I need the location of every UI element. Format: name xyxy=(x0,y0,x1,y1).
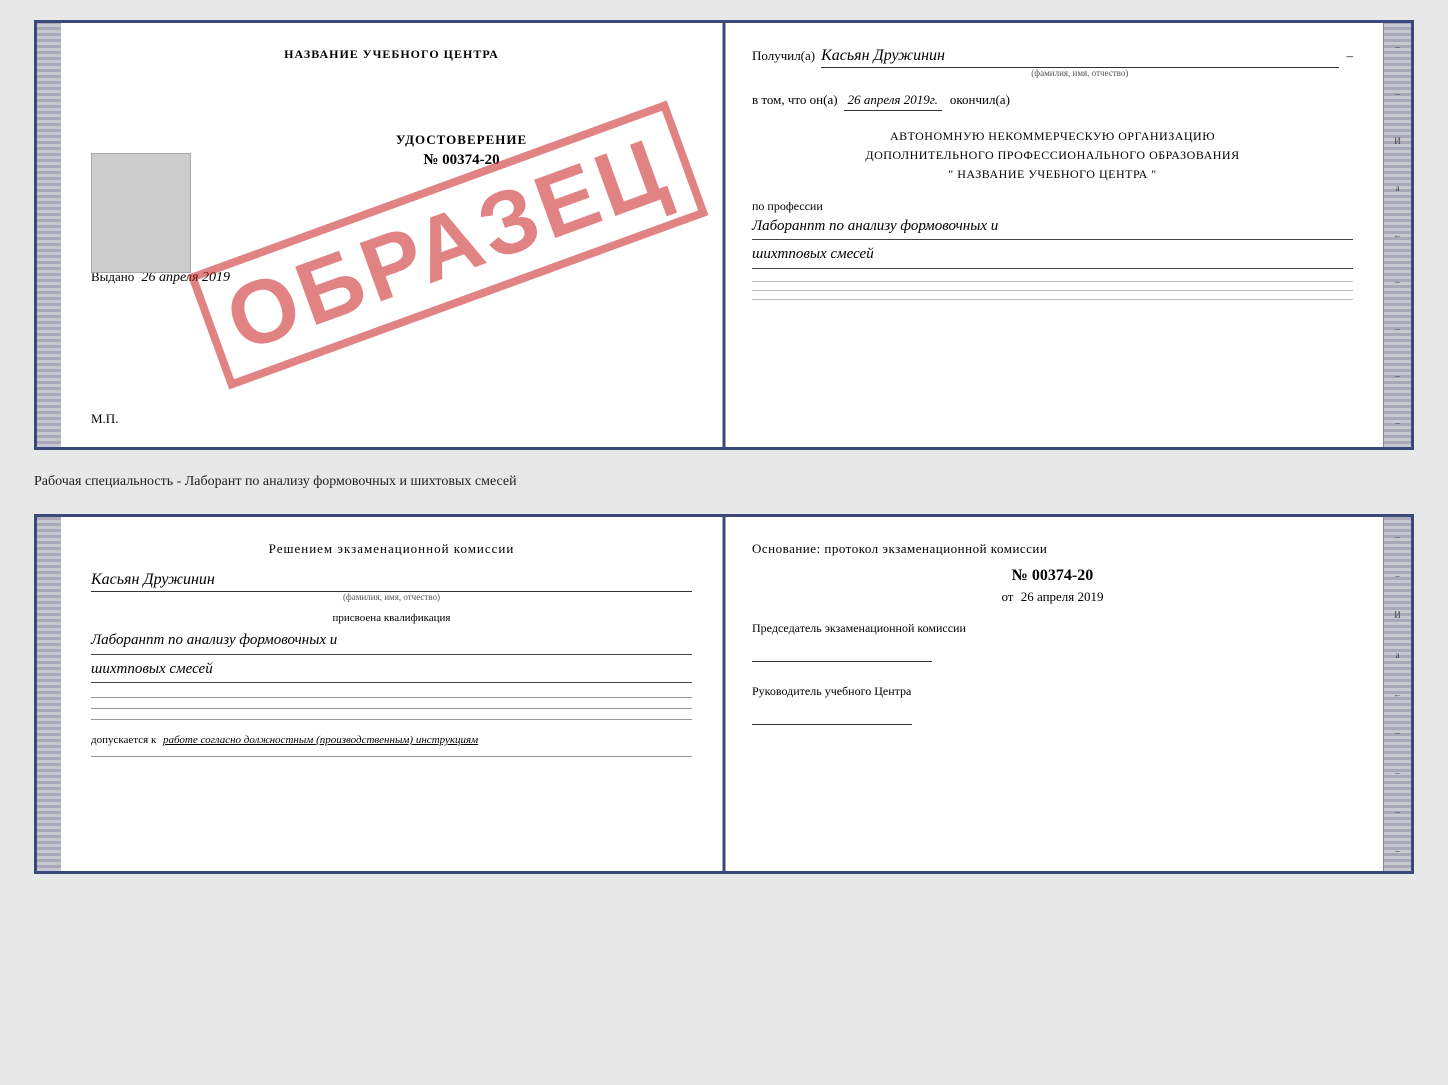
dash-3 xyxy=(752,299,1353,300)
binding-arrow: ← xyxy=(1393,230,1402,240)
dopusk-text: работе согласно должностным (производств… xyxy=(163,734,478,746)
rukovoditel-label: Руководитель учебного Центра xyxy=(752,682,1353,700)
b-a: а xyxy=(1396,650,1400,660)
bottom-certificate: Решением экзаменационной комиссии Касьян… xyxy=(34,514,1414,874)
dopusk-underline xyxy=(91,756,692,757)
bottom-left-panel: Решением экзаменационной комиссии Касьян… xyxy=(61,517,722,871)
b-dash-5: – xyxy=(1395,807,1400,817)
b-dash-1: – xyxy=(1395,532,1400,542)
bottom-right-panel: Основание: протокол экзаменационной коми… xyxy=(722,517,1383,871)
rukovoditel-block: Руководитель учебного Центра xyxy=(752,682,1353,725)
kvali-line2: шихтповых смесей xyxy=(91,657,692,684)
bottom-fio-label: (фамилия, имя, отчество) xyxy=(91,592,692,602)
specialty-line: Рабочая специальность - Лаборант по анал… xyxy=(34,466,1414,498)
rukovoditel-sig-line xyxy=(752,724,912,725)
predsedatel-block: Председатель экзаменационной комиссии xyxy=(752,619,1353,662)
org-block: АВТОНОМНУЮ НЕКОММЕРЧЕСКУЮ ОРГАНИЗАЦИЮ ДО… xyxy=(752,127,1353,185)
org-line1: АВТОНОМНУЮ НЕКОММЕРЧЕСКУЮ ОРГАНИЗАЦИЮ xyxy=(752,127,1353,146)
ot-label: от xyxy=(1001,589,1013,604)
vtom-label: в том, что он(а) xyxy=(752,92,838,108)
bottom-sig-lines xyxy=(91,697,692,720)
bottom-name: Касьян Дружинин xyxy=(91,571,692,592)
binding-i: И xyxy=(1394,136,1401,146)
cert-photo-placeholder xyxy=(91,153,191,273)
top-certificate: НАЗВАНИЕ УЧЕБНОГО ЦЕНТРА УДОСТОВЕРЕНИЕ №… xyxy=(34,20,1414,450)
left-binding-strip-bottom xyxy=(37,517,61,871)
right-binding-strip-bottom: – – И а ← – – – – xyxy=(1383,517,1411,871)
professiya-line1: Лаборанпт по анализу формовочных и xyxy=(752,214,1353,241)
binding-dash-3: – xyxy=(1395,277,1400,287)
prisvoena-label: присвоена квалификация xyxy=(91,612,692,624)
cert-left-panel: НАЗВАНИЕ УЧЕБНОГО ЦЕНТРА УДОСТОВЕРЕНИЕ №… xyxy=(61,23,722,447)
sig-line-1 xyxy=(91,697,692,698)
dopusk-label: допускается к xyxy=(91,734,156,746)
right-binding-strip-top: – – И а ← – – – – xyxy=(1383,23,1411,447)
binding-a: а xyxy=(1396,183,1400,193)
b-dash-6: – xyxy=(1395,846,1400,856)
binding-label-2: – xyxy=(1395,89,1400,99)
binding-dash-6: – xyxy=(1395,418,1400,428)
cert-mp: М.П. xyxy=(91,411,118,427)
bottom-name-block: Касьян Дружинин (фамилия, имя, отчество) xyxy=(91,571,692,602)
b-i: И xyxy=(1394,610,1401,620)
resheniem-title: Решением экзаменационной комиссии xyxy=(91,541,692,557)
cert-udost-label: УДОСТОВЕРЕНИЕ xyxy=(231,132,692,148)
dopusk-block: допускается к работе согласно должностны… xyxy=(91,734,692,746)
cert-school-title: НАЗВАНИЕ УЧЕБНОГО ЦЕНТРА xyxy=(91,47,692,62)
okonchil-label: окончил(а) xyxy=(950,92,1010,108)
cert-number: № 00374-20 xyxy=(231,152,692,169)
cert-right-panel: Получил(а) Касьян Дружинин (фамилия, имя… xyxy=(722,23,1383,447)
ot-date: 26 апреля 2019 xyxy=(1021,589,1104,604)
poluchil-label: Получил(а) xyxy=(752,48,815,64)
fio-label-top: (фамилия, имя, отчество) xyxy=(821,68,1338,78)
sig-line-3 xyxy=(91,719,692,720)
predsedatel-label: Председатель экзаменационной комиссии xyxy=(752,619,1353,637)
binding-dash-5: – xyxy=(1395,371,1400,381)
binding-dash-4: – xyxy=(1395,324,1400,334)
kvali-line1: Лаборанпт по анализу формовочных и xyxy=(91,628,692,655)
poluchil-block: Получил(а) Касьян Дружинин (фамилия, имя… xyxy=(752,47,1353,78)
left-binding-strip xyxy=(37,23,61,447)
sig-line-2 xyxy=(91,708,692,709)
dash-2 xyxy=(752,290,1353,291)
predsedatel-sig-line xyxy=(752,661,932,662)
osnovanie-label: Основание: протокол экзаменационной коми… xyxy=(752,541,1353,557)
po-professii-label: по профессии xyxy=(752,199,1353,214)
rb-number: № 00374-20 xyxy=(752,567,1353,585)
professiya-line2: шихтповых смесей xyxy=(752,242,1353,269)
org-line2: ДОПОЛНИТЕЛЬНОГО ПРОФЕССИОНАЛЬНОГО ОБРАЗО… xyxy=(752,146,1353,165)
binding-label-1: – xyxy=(1395,42,1400,52)
rb-date-block: от 26 апреля 2019 xyxy=(752,589,1353,605)
vtom-date: 26 апреля 2019г. xyxy=(844,92,942,111)
vtom-block: в том, что он(а) 26 апреля 2019г. окончи… xyxy=(752,92,1353,111)
poluchil-name: Касьян Дружинин xyxy=(821,47,1338,68)
org-name-line: " НАЗВАНИЕ УЧЕБНОГО ЦЕНТРА " xyxy=(752,165,1353,184)
b-dash-4: – xyxy=(1395,768,1400,778)
b-arrow: ← xyxy=(1393,689,1402,699)
dash-lines-right xyxy=(752,281,1353,300)
b-dash-2: – xyxy=(1395,571,1400,581)
dash-1 xyxy=(752,281,1353,282)
b-dash-3: – xyxy=(1395,728,1400,738)
